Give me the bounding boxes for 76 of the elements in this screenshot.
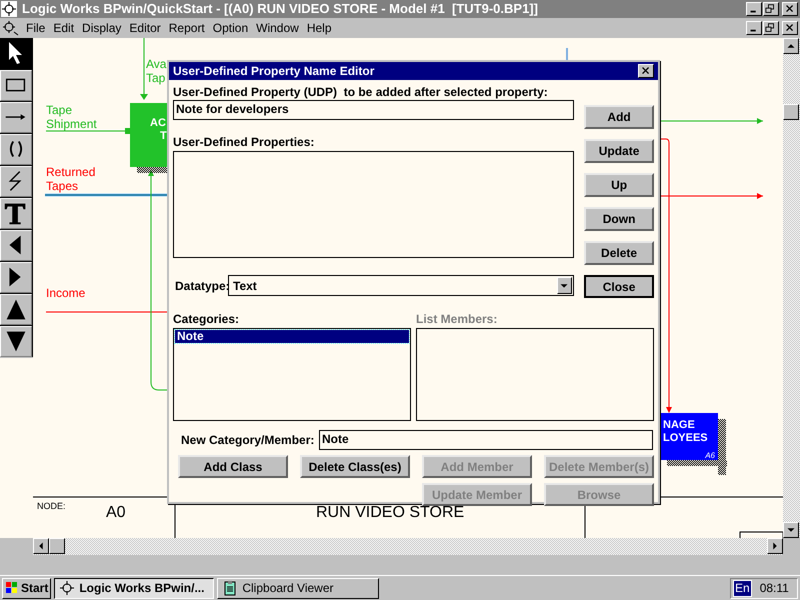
arrow-label: Income [46,286,86,300]
dialog-button[interactable]: Add [584,105,654,129]
dialog-button[interactable]: Down [584,207,654,231]
dialog-button[interactable]: Delete Class(es) [300,455,410,478]
field-label: Categories: [173,312,240,326]
arrow-label: Returned [46,165,96,179]
frame-label: NODE: [37,500,66,513]
menu-item[interactable]: Help [302,19,336,37]
taskbar-button[interactable]: Clipboard Viewer [217,578,380,598]
frame-box [740,532,783,538]
menu-item[interactable]: Window [252,19,303,37]
language-indicator[interactable]: En [733,580,752,596]
menu-item[interactable]: Option [208,19,252,37]
diagram-title: RUN VIDEO STORE [316,503,464,523]
minimize-icon[interactable] [746,2,762,16]
scroll-thumb[interactable] [49,538,65,554]
minimize-icon[interactable] [746,21,762,35]
field-label: New Category/Member: [180,432,316,449]
arrow-label: Tapes [46,179,80,193]
arrow-label: Shipment [46,117,97,131]
property-name-field[interactable]: Note for developers [173,100,574,120]
taskbar-button[interactable]: Logic Works BPwin/... [54,578,214,598]
window-title: Logic Works BPwin/QuickStart - [(A0) RUN VIDEO STORE - Model #1 [TUT9-0.BP1]] [22,0,538,18]
arrow-label: Ava [146,57,166,71]
scroll-down-icon[interactable] [783,522,799,538]
menu-item[interactable]: File [22,19,50,37]
close-icon[interactable] [638,64,654,78]
restore-icon[interactable] [763,21,779,35]
close-icon[interactable] [782,2,798,16]
categories-list[interactable]: Note [173,328,411,421]
scroll-left-icon[interactable] [33,538,49,554]
dialog-button[interactable]: Up [584,173,654,197]
menu-item[interactable]: Display [78,19,126,37]
arrow-label: Tap [146,71,166,85]
box-label: LOYEES [663,432,709,445]
field-label: User-Defined Properties: [173,135,316,149]
clock: 08:11 [760,580,789,597]
node-number: A0 [106,503,126,523]
close-icon[interactable] [782,21,798,35]
text-tool-icon[interactable] [0,198,32,229]
clipboard-icon [222,580,238,596]
arrow [140,38,148,100]
menu-item[interactable]: Report [164,19,209,37]
app-icon[interactable] [1,1,17,17]
dialog-button[interactable]: Delete [584,241,654,265]
box-number: A6 [705,451,715,460]
arrow-label: Tape [46,103,74,117]
dialog-title: User-Defined Property Name Editor [173,63,374,80]
properties-list[interactable] [173,151,574,258]
menu-item[interactable]: Editor [125,19,165,37]
squiggle-icon[interactable] [0,166,32,197]
menu-item[interactable]: Edit [49,19,78,37]
datatype-dropdown[interactable]: Text [228,275,574,296]
scroll-thumb[interactable] [783,104,799,120]
members-list[interactable] [416,328,654,421]
scroll-up-icon[interactable] [783,38,799,54]
dialog-button[interactable]: Add Class [178,455,288,478]
rectangle-icon[interactable] [0,70,32,101]
horizontal-scrollbar[interactable] [33,538,783,555]
crosshair-icon [59,580,76,596]
dialog-button[interactable]: Close [584,275,654,298]
category-member-field[interactable]: Note [319,430,653,450]
field-label: User-Defined Property (UDP) to be added after selected property: [173,85,549,99]
box-label: AC [150,117,167,130]
box-label: NAGE [663,419,696,432]
field-label: Datatype: [174,278,228,294]
diagram-icon[interactable] [2,20,20,36]
start-button[interactable]: Start [2,578,52,598]
list-item[interactable]: Note [175,330,409,343]
vertical-scrollbar[interactable] [783,38,800,538]
parentheses-icon[interactable] [0,134,32,165]
scroll-right-icon[interactable] [767,538,783,554]
restore-icon[interactable] [763,2,779,16]
field-label: List Members: [416,312,498,326]
windows-logo-icon [5,581,19,595]
dialog-button[interactable]: Update [584,139,654,163]
